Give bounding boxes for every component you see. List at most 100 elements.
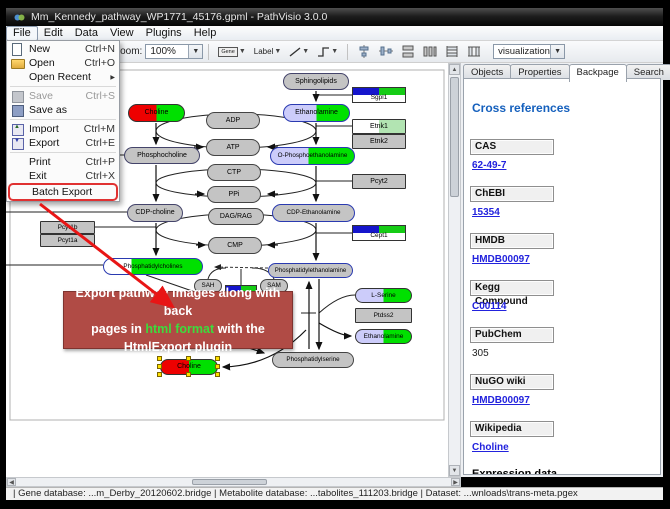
pathway-node-cmp[interactable]: CMP xyxy=(208,237,262,254)
xref-sections: CAS62-49-7ChEBI15354HMDBHMDB00097Kegg Co… xyxy=(470,139,660,455)
xref-header: Wikipedia xyxy=(470,421,554,437)
pathway-node-ethanolamine[interactable]: Ethanolamine xyxy=(355,329,412,344)
menu-item-open-recent[interactable]: Open Recent▶ xyxy=(7,70,119,84)
vertical-scroll-thumb[interactable] xyxy=(450,77,459,197)
common-width-button[interactable] xyxy=(442,43,462,60)
menu-item-save[interactable]: SaveCtrl+S xyxy=(7,89,119,103)
pathway-node-atp[interactable]: ATP xyxy=(206,139,260,156)
connector-tool-icon xyxy=(317,46,330,58)
node-label: CDP-Ethanolamine xyxy=(273,205,354,221)
open-folder-icon xyxy=(10,57,25,69)
chevron-down-icon[interactable]: ▼ xyxy=(239,48,246,55)
selection-handle[interactable] xyxy=(157,356,162,361)
menu-item-new[interactable]: NewCtrl+N xyxy=(7,42,119,56)
pathway-node-dag-rag[interactable]: DAG/RAG xyxy=(208,208,264,225)
stack-vertical-icon xyxy=(423,45,437,58)
gene-tool-button[interactable]: Gene ▼ xyxy=(215,45,248,59)
pathway-node-phosphocholine[interactable]: Phosphocholine xyxy=(124,147,200,164)
pathway-node-ctp[interactable]: CTP xyxy=(207,164,261,181)
menu-item-save-as[interactable]: Save as xyxy=(7,103,119,117)
tab-backpage[interactable]: Backpage xyxy=(569,64,627,82)
pathway-node-choline[interactable]: Choline xyxy=(128,104,185,122)
zoom-combobox[interactable]: 100% ▼ xyxy=(145,44,203,59)
xref-link[interactable]: Choline xyxy=(472,442,509,453)
horizontal-scroll-thumb[interactable] xyxy=(192,479,267,485)
stack-vertical-button[interactable] xyxy=(420,43,440,60)
common-height-button[interactable] xyxy=(464,43,484,60)
pathway-node-etnk2[interactable]: Etnk2 xyxy=(352,134,406,149)
menu-item-label: Export xyxy=(29,137,80,149)
node-label: Etnk2 xyxy=(353,135,405,148)
selection-handle[interactable] xyxy=(157,364,162,369)
menubar-item-view[interactable]: View xyxy=(104,27,140,40)
pathway-node-cdp-choline[interactable]: CDP-choline xyxy=(127,204,183,222)
selection-handle[interactable] xyxy=(186,372,191,377)
chevron-down-icon[interactable]: ▼ xyxy=(302,48,309,55)
menubar-item-edit[interactable]: Edit xyxy=(38,27,69,40)
menu-separator xyxy=(10,152,116,153)
pathway-node-o-phosphoethanolamine[interactable]: O-Phosphoethanolamine xyxy=(270,147,355,165)
scroll-up-icon[interactable]: ▲ xyxy=(449,64,460,75)
pathway-node-phosphatidylcholines[interactable]: Phosphatidylcholines xyxy=(103,258,203,275)
selection-handle[interactable] xyxy=(215,372,220,377)
canvas-vertical-scrollbar[interactable]: ▲ ▼ xyxy=(448,63,461,477)
pathway-node-etnk1[interactable]: Etnk1 xyxy=(352,119,406,134)
pathway-node-sphingolipids[interactable]: Sphingolipids xyxy=(283,73,349,90)
xref-link[interactable]: C00114 xyxy=(472,301,506,312)
menu-item-label: Save xyxy=(29,90,80,102)
canvas-horizontal-scrollbar[interactable]: ◀ ▶ xyxy=(6,477,461,487)
visualization-combobox[interactable]: visualization ▼ xyxy=(493,44,565,59)
scroll-right-icon[interactable]: ▶ xyxy=(451,478,460,486)
pathway-node-adp[interactable]: ADP xyxy=(206,112,260,129)
pathway-node-sgpl1[interactable]: Sgpl1 xyxy=(352,87,406,103)
align-horizontal-center-button[interactable] xyxy=(354,43,374,60)
node-label: Pcyt1b xyxy=(41,222,94,233)
pathway-node-ethanolamine[interactable]: Ethanolamine xyxy=(283,104,350,122)
xref-link[interactable]: 15354 xyxy=(472,207,500,218)
pathway-node-ppi[interactable]: PPi xyxy=(207,186,261,203)
line-tool-button[interactable]: ▼ xyxy=(286,44,312,60)
pathway-node-cdp-ethanolamine[interactable]: CDP-Ethanolamine xyxy=(272,204,355,222)
menubar-item-data[interactable]: Data xyxy=(69,27,104,40)
pathway-node-pcyt1b[interactable]: Pcyt1b xyxy=(40,221,95,234)
pathway-node-ptdss2[interactable]: Ptdss2 xyxy=(355,308,412,323)
menu-bar: FileEditDataViewPluginsHelp xyxy=(6,26,663,41)
scroll-down-icon[interactable]: ▼ xyxy=(449,465,460,476)
pathway-node-phosphatidylethanolamine[interactable]: Phosphatidylethanolamine xyxy=(268,263,353,278)
status-bar: | Gene database: ...m_Derby_20120602.bri… xyxy=(6,487,663,500)
align-vertical-center-button[interactable] xyxy=(376,43,396,60)
pathway-node-pcyt2[interactable]: Pcyt2 xyxy=(352,174,406,189)
xref-link[interactable]: HMDB00097 xyxy=(472,254,530,265)
backpage-panel[interactable]: Cross references CAS62-49-7ChEBI15354HMD… xyxy=(463,78,661,475)
pathway-node-pcyt1a[interactable]: Pcyt1a xyxy=(40,234,95,247)
pathway-node-l-serine[interactable]: L-Serine xyxy=(355,288,412,303)
menubar-item-file[interactable]: File xyxy=(6,26,38,41)
menu-item-import[interactable]: ImportCtrl+M xyxy=(7,122,119,136)
menu-item-print[interactable]: PrintCtrl+P xyxy=(7,155,119,169)
callout-highlight: html format xyxy=(145,322,214,336)
chevron-down-icon[interactable]: ▼ xyxy=(550,45,564,58)
xref-link[interactable]: 62-49-7 xyxy=(472,160,506,171)
menu-item-export[interactable]: ExportCtrl+E xyxy=(7,136,119,150)
scroll-left-icon[interactable]: ◀ xyxy=(7,478,16,486)
chevron-down-icon[interactable]: ▼ xyxy=(331,48,338,55)
selection-handle[interactable] xyxy=(157,372,162,377)
selection-handle[interactable] xyxy=(186,356,191,361)
menu-item-open[interactable]: OpenCtrl+O xyxy=(7,56,119,70)
chevron-down-icon[interactable]: ▼ xyxy=(274,48,281,55)
label-tool-button[interactable]: Label ▼ xyxy=(251,45,285,58)
stack-horizontal-button[interactable] xyxy=(398,43,418,60)
menubar-item-plugins[interactable]: Plugins xyxy=(140,27,188,40)
pathway-node-cept1[interactable]: Cept1 xyxy=(352,225,406,241)
xref-link[interactable]: HMDB00097 xyxy=(472,395,530,406)
menu-item-exit[interactable]: ExitCtrl+X xyxy=(7,169,119,183)
menu-item-batch-export[interactable]: Batch Export xyxy=(10,185,116,199)
selection-handle[interactable] xyxy=(215,364,220,369)
chevron-down-icon[interactable]: ▼ xyxy=(188,45,202,58)
align-horizontal-center-icon xyxy=(357,45,371,58)
menubar-item-help[interactable]: Help xyxy=(188,27,223,40)
connector-tool-button[interactable]: ▼ xyxy=(314,44,341,60)
xref-header: HMDB xyxy=(470,233,554,249)
selection-handle[interactable] xyxy=(215,356,220,361)
node-label: Pcyt1a xyxy=(41,235,94,246)
